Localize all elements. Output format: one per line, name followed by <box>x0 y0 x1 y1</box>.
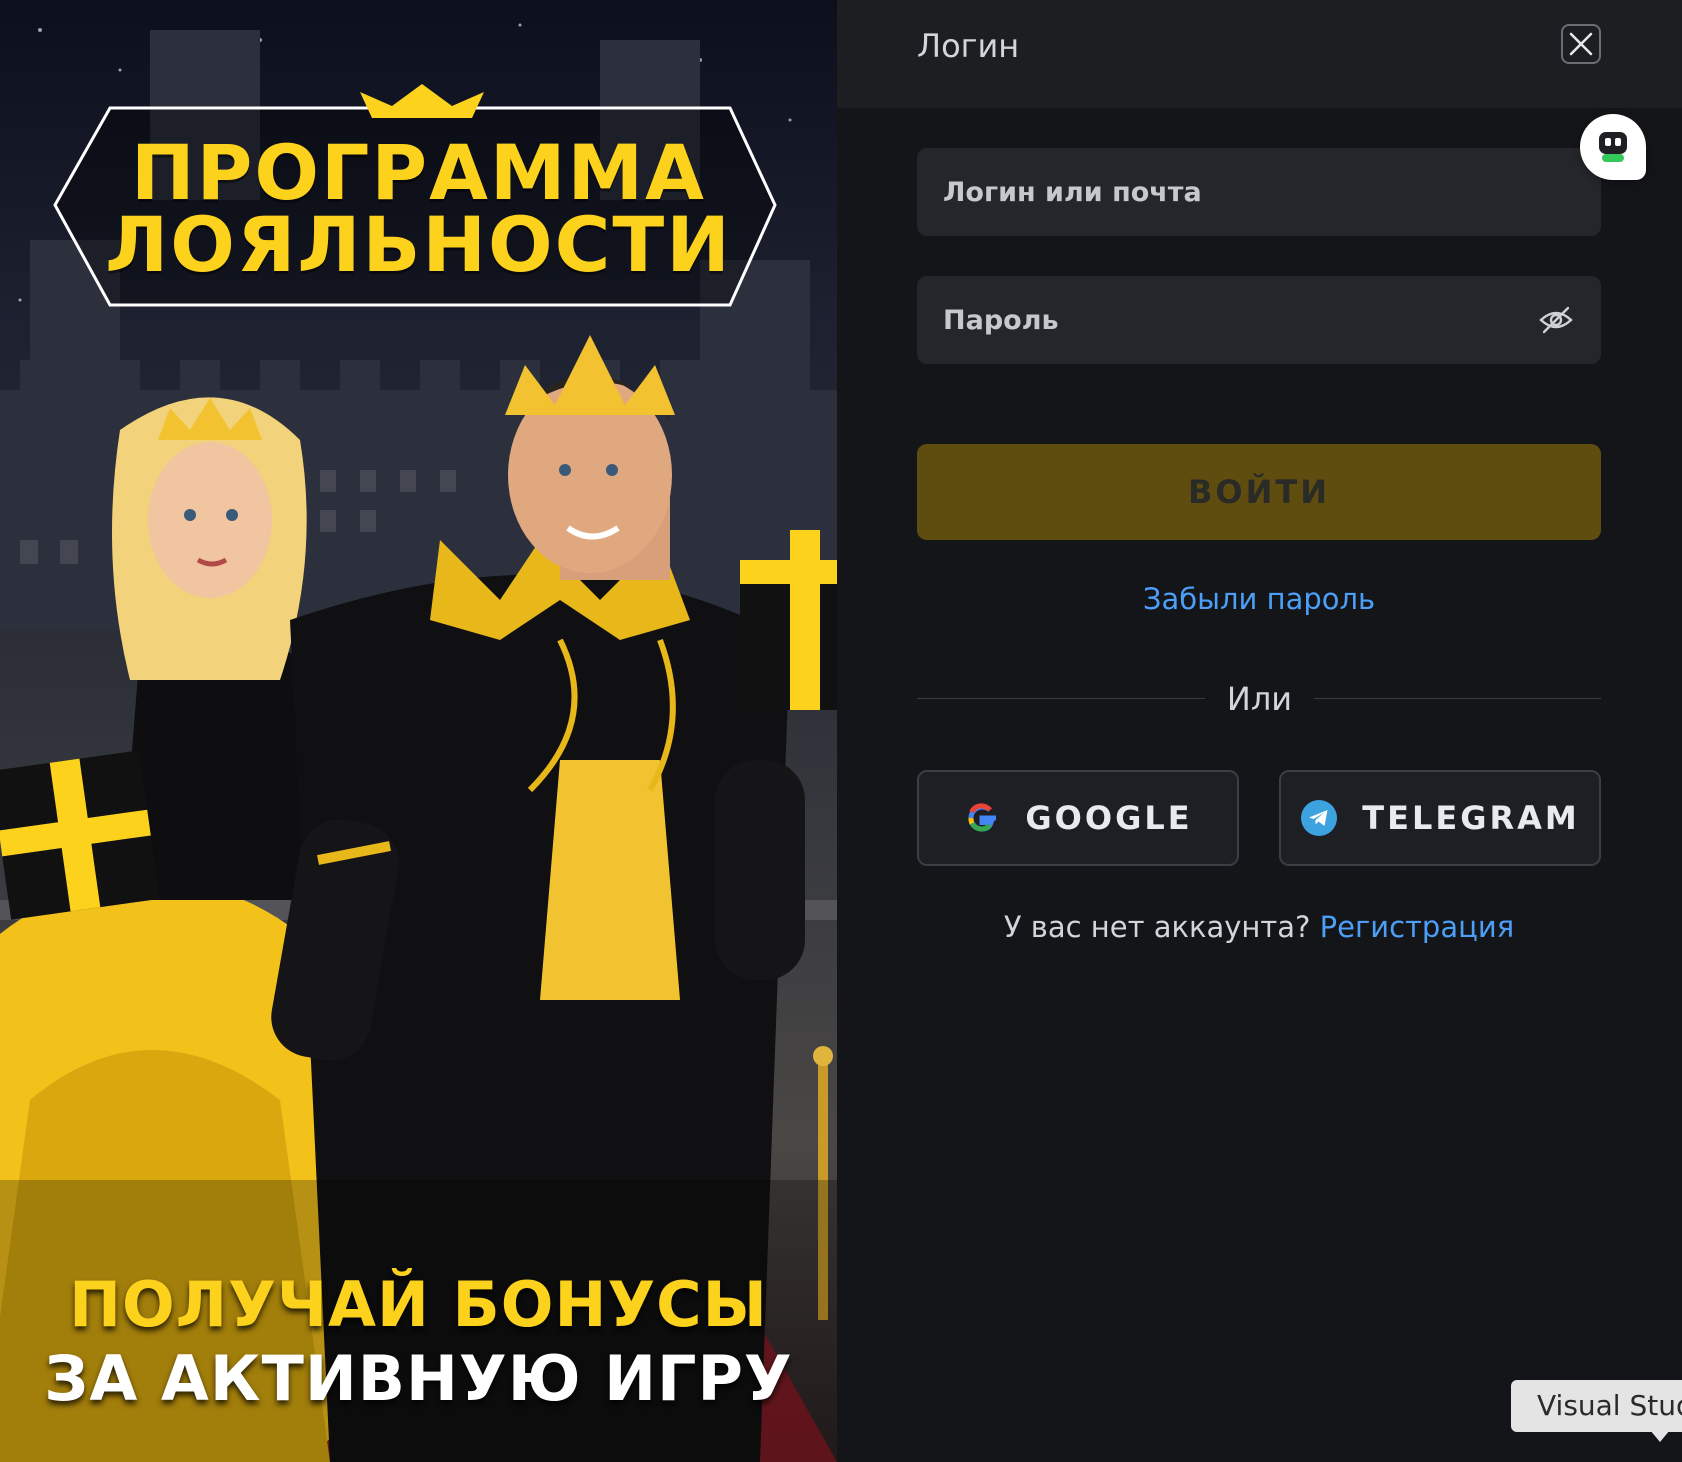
eye-off-icon[interactable] <box>1539 304 1573 336</box>
telegram-icon <box>1301 800 1338 836</box>
signup-link[interactable]: Регистрация <box>1320 910 1514 944</box>
chat-bot-icon <box>1599 132 1627 162</box>
google-icon <box>968 803 997 832</box>
chat-widget-button[interactable] <box>1580 114 1646 180</box>
page-title: Логин <box>917 27 1020 65</box>
forgot-password-link[interactable]: Забыли пароль <box>917 582 1601 616</box>
google-label: GOOGLE <box>1025 799 1193 837</box>
login-input[interactable] <box>917 148 1601 236</box>
tooltip-arrow <box>1650 1430 1670 1442</box>
promo-tagline-line2: ЗА АКТИВНУЮ ИГРУ <box>44 1342 793 1415</box>
telegram-label: TELEGRAM <box>1362 799 1580 837</box>
login-field <box>917 148 1601 236</box>
login-submit-button[interactable]: ВОЙТИ <box>917 444 1601 540</box>
divider-left <box>917 698 1205 699</box>
telegram-login-button[interactable]: TELEGRAM <box>1279 770 1601 866</box>
login-panel: Логин ВОЙТИ Забыли пароль Или GOOGLE <box>837 0 1682 1462</box>
close-button[interactable] <box>1561 24 1601 64</box>
promo-banner: ПРОГРАММА ЛОЯЛЬНОСТИ ПОЛУЧАЙ БОНУСЫ ЗА А… <box>0 0 837 1462</box>
signup-row: У вас нет аккаунта? Регистрация <box>917 910 1601 944</box>
google-login-button[interactable]: GOOGLE <box>917 770 1239 866</box>
password-field <box>917 276 1601 364</box>
divider-right <box>1314 698 1601 699</box>
close-icon <box>1569 32 1593 56</box>
promo-title-line2: ЛОЯЛЬНОСТИ <box>105 200 732 289</box>
password-input[interactable] <box>917 276 1601 364</box>
divider-label: Или <box>1226 680 1293 718</box>
app-tooltip: Visual Stud <box>1511 1380 1682 1432</box>
panel-header: Логин <box>837 0 1682 108</box>
promo-tagline-line1: ПОЛУЧАЙ БОНУСЫ <box>69 1268 768 1341</box>
signup-prompt: У вас нет аккаунта? <box>1003 910 1311 944</box>
